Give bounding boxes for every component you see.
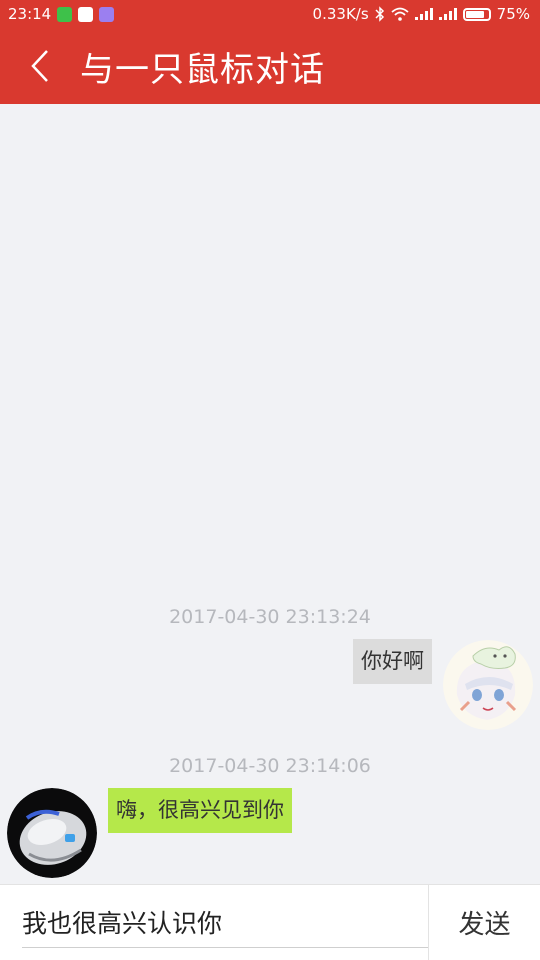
network-speed: 0.33K/s (312, 5, 369, 23)
status-time: 23:14 (8, 5, 52, 23)
input-bar: 发送 (0, 884, 540, 960)
bluetooth-icon (375, 6, 384, 22)
app-icon (99, 6, 115, 22)
back-button[interactable] (0, 28, 80, 104)
message-bubble-sent[interactable]: 你好啊 (353, 639, 432, 684)
qq-icon (78, 6, 94, 22)
avatar-mouse[interactable] (7, 788, 97, 878)
battery-percentage: 75% (496, 5, 530, 23)
message-bubble-received[interactable]: 嗨，很高兴见到你 (108, 788, 292, 833)
signal-icon (414, 8, 433, 20)
toolbar: 与一只鼠标对话 (0, 28, 540, 104)
avatar-me[interactable] (443, 640, 533, 730)
battery-icon (462, 7, 491, 21)
message-timestamp: 2017-04-30 23:13:24 (169, 606, 371, 628)
message-input[interactable] (22, 897, 428, 948)
wifi-icon (391, 7, 409, 21)
send-button[interactable]: 发送 (428, 885, 540, 960)
chevron-left-icon (31, 50, 48, 82)
page-title: 与一只鼠标对话 (80, 49, 325, 90)
message-timestamp: 2017-04-30 23:14:06 (169, 755, 371, 777)
signal-icon (438, 8, 457, 20)
chat-area: 2017-04-30 23:13:24 你好啊 2017-04-30 23:14… (0, 104, 540, 884)
wechat-icon (57, 6, 73, 22)
status-bar: 23:14 0.33K/s 75% (0, 0, 540, 28)
